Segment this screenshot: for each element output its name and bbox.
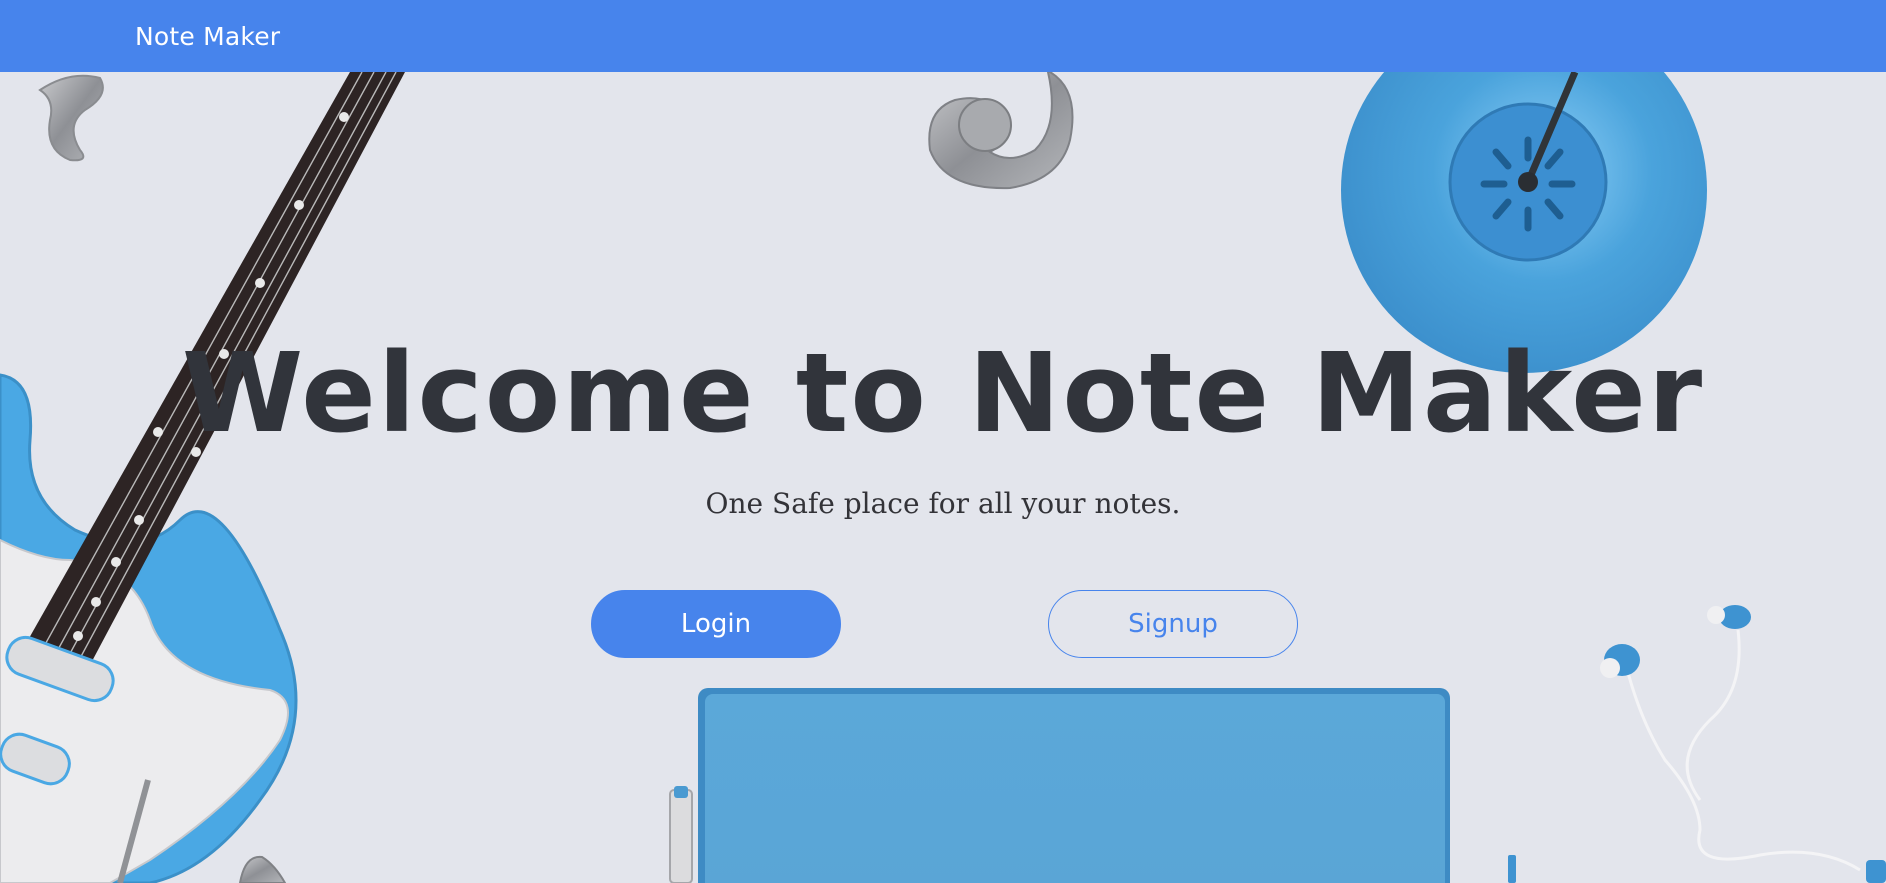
brand-link[interactable]: Note Maker: [135, 0, 280, 72]
navbar: Note Maker: [0, 0, 1886, 72]
signup-button[interactable]: Signup: [1048, 590, 1298, 658]
hero-title: Welcome to Note Maker: [181, 329, 1705, 457]
login-button[interactable]: Login: [591, 590, 841, 658]
hero-subtitle: One Safe place for all your notes.: [705, 487, 1181, 520]
hero-section: Welcome to Note Maker One Safe place for…: [0, 0, 1886, 883]
